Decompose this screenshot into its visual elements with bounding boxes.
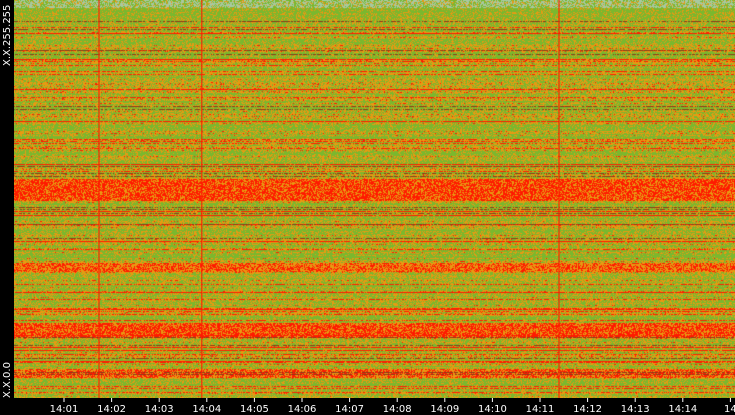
x-tick-label: 14:01: [50, 404, 79, 415]
x-tick-label: 14:13: [621, 404, 650, 415]
x-tick-label: 14:03: [145, 404, 174, 415]
x-tick-label: 14:05: [240, 404, 269, 415]
x-tick-label: 14:11: [526, 404, 555, 415]
x-tick-label: 14:10: [478, 404, 507, 415]
heatmap-cells: [14, 0, 735, 398]
y-axis-top-label: X.X.255.255: [2, 5, 13, 66]
x-tick-label: 14: [724, 404, 735, 415]
x-tick-label: 14:12: [573, 404, 602, 415]
y-axis-bottom-label: X.X.0.0: [2, 362, 13, 398]
x-tick-label: 14:02: [97, 404, 126, 415]
x-tick-label: 14:08: [383, 404, 412, 415]
heatmap-image: [14, 0, 735, 398]
x-tick-label: 14:09: [430, 404, 459, 415]
x-tick-label: 14:04: [192, 404, 221, 415]
x-tick-label: 14:07: [335, 404, 364, 415]
x-tick-label: 14:06: [288, 404, 317, 415]
x-tick-label: 14:14: [668, 404, 697, 415]
heatmap-chart: X.X.255.255 X.X.0.0 14:01 14:02 14:03 14:04…: [0, 0, 735, 415]
